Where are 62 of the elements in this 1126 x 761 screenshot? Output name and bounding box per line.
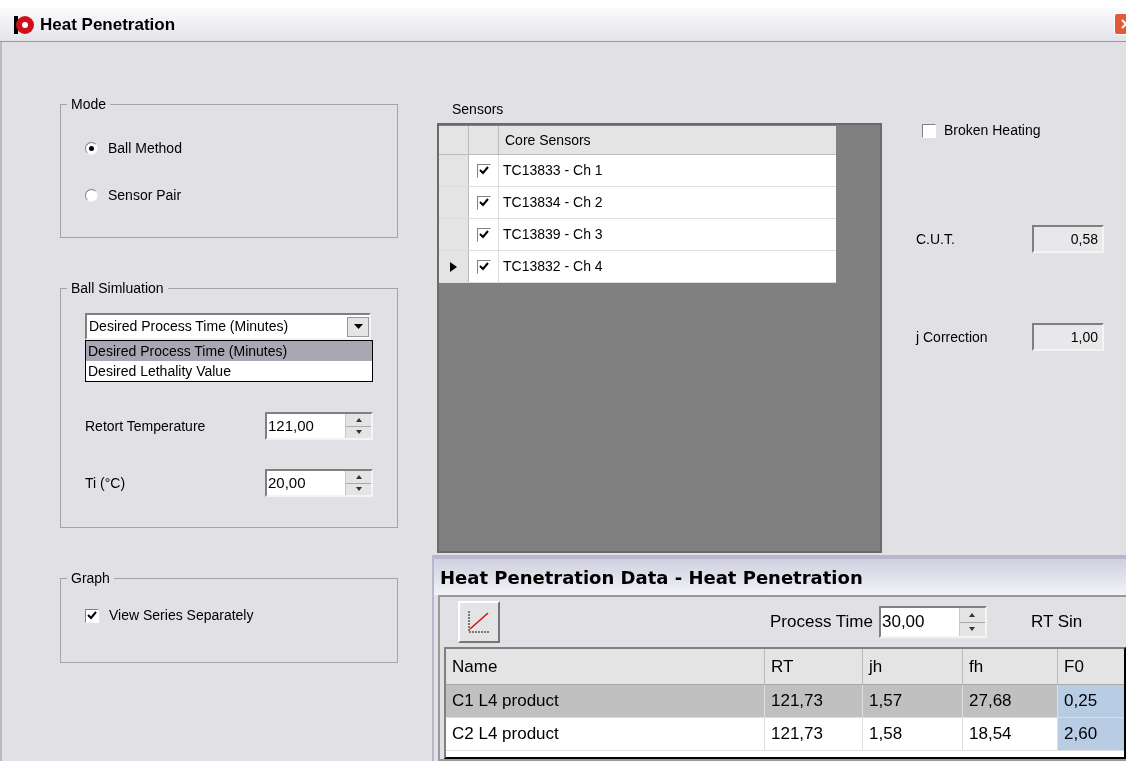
- spin-button[interactable]: [345, 471, 371, 495]
- dropdown-option[interactable]: Desired Process Time (Minutes): [86, 341, 372, 361]
- group-title: Graph: [70, 569, 111, 588]
- table-cell-text: TC13832 - Ch 4: [502, 257, 604, 276]
- window-title: Heat Penetration: [40, 13, 176, 36]
- checkbox[interactable]: [922, 123, 936, 138]
- column-header[interactable]: RT: [765, 649, 863, 684]
- rt-label: RT Sin: [1031, 611, 1083, 634]
- spin-button[interactable]: [345, 414, 371, 438]
- readout-field: 1,00: [1032, 323, 1104, 351]
- radio-button[interactable]: [85, 142, 98, 155]
- down-arrow-icon: [969, 627, 976, 632]
- checkbox-label: View Series Separately: [109, 606, 254, 625]
- table-cell-text: TC13839 - Ch 3: [502, 225, 604, 244]
- number-field[interactable]: 121,00: [265, 412, 373, 440]
- field-label: Ti (°C): [85, 473, 126, 493]
- table-cell-text: TC13833 - Ch 1: [502, 161, 604, 180]
- group-title: Mode: [70, 95, 108, 114]
- chart-button[interactable]: [458, 601, 500, 643]
- down-arrow-icon: [355, 430, 362, 435]
- table-cell: C2 L4 product: [446, 718, 765, 750]
- radio-label: Sensor Pair: [108, 186, 182, 205]
- table-cell: 0,25: [1058, 685, 1124, 717]
- spin-button[interactable]: [959, 608, 985, 636]
- radio-label: Ball Method: [108, 139, 182, 158]
- column-header[interactable]: jh: [863, 649, 963, 684]
- column-header[interactable]: F0: [1058, 649, 1124, 684]
- down-arrow-icon: [355, 487, 362, 492]
- group-title: Ball Simluation: [70, 279, 165, 298]
- checkbox[interactable]: [85, 608, 99, 623]
- app-logo-icon: [14, 14, 34, 35]
- number-field[interactable]: 20,00: [265, 469, 373, 497]
- column-header[interactable]: fh: [963, 649, 1058, 684]
- table-cell-text: TC13834 - Ch 2: [502, 193, 604, 212]
- table-row[interactable]: C2 L4 product 121,73 1,58 18,54 2,60: [446, 718, 1124, 751]
- line-chart-icon: [466, 609, 492, 635]
- field-label: Retort Temperature: [85, 416, 206, 436]
- table-row[interactable]: C1 L4 product 121,73 1,57 27,68 0,25: [446, 685, 1124, 718]
- readout-field: 0,58: [1032, 225, 1104, 253]
- up-arrow-icon: [355, 474, 362, 479]
- child-window-title: Heat Penetration Data - Heat Penetration: [440, 565, 863, 590]
- radio-button[interactable]: [85, 189, 98, 202]
- column-header[interactable]: Name: [446, 649, 765, 684]
- dropdown-option[interactable]: Desired Lethality Value: [86, 361, 372, 381]
- column-header: Core Sensors: [504, 130, 592, 150]
- table-cell: C1 L4 product: [446, 685, 765, 717]
- readout-label: j Correction: [916, 327, 988, 347]
- table-cell: 1,58: [863, 718, 963, 750]
- row-header[interactable]: [439, 251, 469, 282]
- sensors-label: Sensors: [452, 100, 505, 119]
- up-arrow-icon: [969, 612, 976, 617]
- current-row-icon: [450, 261, 457, 272]
- readout-label: C.U.T.: [916, 229, 955, 249]
- dropdown[interactable]: Desired Process Time (Minutes): [85, 313, 371, 340]
- table-cell: 2,60: [1058, 718, 1124, 750]
- number-field[interactable]: 30,00: [879, 606, 987, 638]
- table-cell: 1,57: [863, 685, 963, 717]
- table-cell: 121,73: [765, 685, 863, 717]
- process-time-label: Process Time: [770, 611, 873, 634]
- table-cell: 121,73: [765, 718, 863, 750]
- checkbox-label: Broken Heating: [944, 121, 1041, 140]
- up-arrow-icon: [355, 417, 362, 422]
